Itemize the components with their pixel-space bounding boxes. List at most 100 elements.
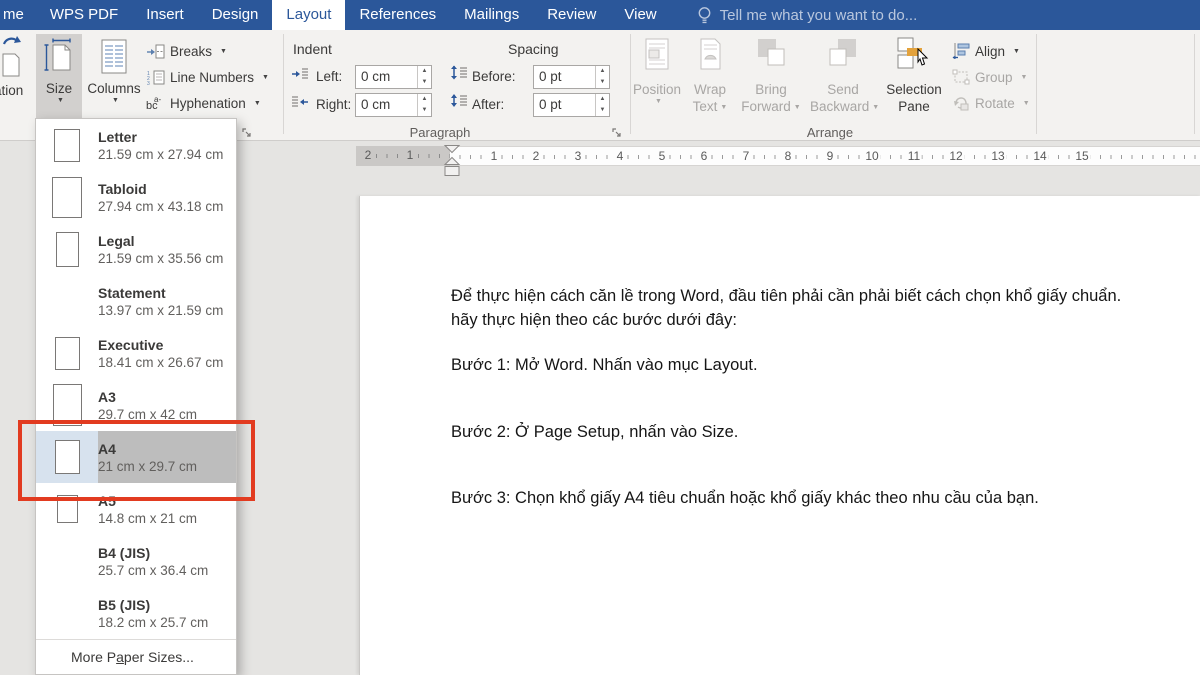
paper-size-name: Statement [98, 284, 223, 302]
ribbon-tab[interactable]: Review [533, 0, 610, 30]
line-numbers-button[interactable]: 1 2 3 Line Numbers▼ [146, 66, 269, 88]
wrap-text-label-1: Wrap [694, 82, 726, 97]
paper-size-option[interactable]: B5 (JIS) 18.2 cm x 25.7 cm [36, 587, 236, 639]
paper-size-option[interactable]: Letter 21.59 cm x 27.94 cm [36, 119, 236, 171]
paper-size-option[interactable]: A5 14.8 cm x 21 cm [36, 483, 236, 535]
spin-up[interactable]: ▲ [418, 66, 431, 77]
paper-size-option[interactable]: Tabloid 27.94 cm x 43.18 cm [36, 171, 236, 223]
align-button[interactable]: Align▼ [952, 40, 1020, 62]
paper-size-option[interactable]: B4 (JIS) 25.7 cm x 36.4 cm [36, 535, 236, 587]
first-line-indent-marker[interactable] [445, 146, 459, 153]
indent-left-icon [291, 67, 309, 81]
paper-size-option[interactable]: Executive 18.41 cm x 26.67 cm [36, 327, 236, 379]
paper-page-icon [56, 232, 79, 267]
rotate-button[interactable]: Rotate▼ [952, 92, 1030, 114]
indent-right-input[interactable]: 0 cm ▲▼ [355, 93, 432, 117]
paragraph-dialog-launcher[interactable] [612, 127, 624, 145]
selection-pane-label-2: Pane [898, 99, 930, 114]
indent-right-spinner[interactable]: ▲▼ [417, 94, 431, 116]
page-setup-dialog-launcher[interactable] [242, 127, 254, 145]
ribbon-tab[interactable]: References [345, 0, 450, 30]
paper-icon-cell [36, 587, 98, 639]
spacing-before-input[interactable]: 0 pt ▲▼ [533, 65, 610, 89]
indent-left-spinner[interactable]: ▲▼ [417, 66, 431, 88]
align-dropdown-arrow: ▼ [1013, 48, 1020, 55]
ribbon-tab[interactable]: Layout [272, 0, 345, 30]
paper-size-name: B5 (JIS) [98, 596, 208, 614]
send-backward-button[interactable]: Send Backward▼ [810, 34, 876, 116]
columns-label: Columns [86, 80, 142, 97]
indent-markers[interactable] [443, 145, 461, 179]
group-separator [1036, 34, 1037, 134]
position-label: Position [632, 81, 682, 98]
position-dropdown-arrow: ▼ [635, 98, 682, 105]
spin-up[interactable]: ▲ [418, 94, 431, 105]
wrap-text-button[interactable]: Wrap Text▼ [686, 34, 734, 116]
hyphenation-dropdown-arrow: ▼ [254, 100, 261, 107]
ruler-number: 15 [1073, 149, 1090, 164]
hanging-indent-marker[interactable] [445, 158, 459, 165]
spin-down[interactable]: ▼ [418, 105, 431, 116]
ribbon-tab[interactable]: Mailings [450, 0, 533, 30]
spin-down[interactable]: ▼ [596, 77, 609, 88]
paper-size-dimensions: 14.8 cm x 21 cm [98, 510, 197, 527]
group-button[interactable]: Group▼ [952, 66, 1027, 88]
spacing-before-icon [450, 65, 468, 81]
ruler-number: 9 [825, 149, 836, 164]
ribbon-tab[interactable]: Insert [132, 0, 198, 30]
breaks-button[interactable]: Breaks▼ [146, 40, 227, 62]
wrap-text-dropdown-arrow: ▼ [720, 104, 727, 111]
group-separator [1194, 34, 1195, 134]
paper-size-option[interactable]: A4 21 cm x 29.7 cm [36, 431, 236, 483]
paragraph-intro-line-2: hãy thực hiện theo các bước dưới đây: [451, 308, 1200, 332]
more-paper-sizes-item[interactable]: More Paper Sizes... [36, 639, 236, 673]
paper-size-dimensions: 18.2 cm x 25.7 cm [98, 614, 208, 631]
ruler-number: 1 [405, 148, 416, 163]
ruler-number: 11 [906, 149, 922, 164]
size-icon [36, 34, 82, 80]
paper-page-icon [57, 495, 78, 523]
position-button[interactable]: Position ▼ [632, 34, 682, 105]
orientation-button[interactable]: ation [0, 34, 28, 118]
spacing-after-spinner[interactable]: ▲▼ [595, 94, 609, 116]
spacing-after-input[interactable]: 0 pt ▲▼ [533, 93, 610, 117]
paper-size-option[interactable]: Legal 21.59 cm x 35.56 cm [36, 223, 236, 275]
ribbon-tab[interactable]: View [610, 0, 670, 30]
columns-button[interactable]: Columns ▼ [86, 34, 142, 118]
indent-right-icon [291, 95, 309, 109]
size-label: Size [36, 80, 82, 97]
word-layout-window: meWPS PDFInsertDesignLayoutReferencesMai… [0, 0, 1200, 675]
document-page[interactable]: Để thực hiện cách căn lề trong Word, đầu… [359, 196, 1200, 675]
ribbon-tab[interactable]: me [0, 0, 36, 30]
group-icon [952, 69, 970, 85]
paragraph-step-3: Bước 3: Chọn khổ giấy A4 tiêu chuẩn hoặc… [451, 486, 1200, 510]
left-indent-marker[interactable] [445, 167, 459, 176]
size-button[interactable]: Size ▼ [36, 34, 82, 118]
paper-icon-cell [36, 327, 98, 379]
tell-me-placeholder: Tell me what you want to do... [720, 7, 918, 24]
ribbon-tab[interactable]: WPS PDF [36, 0, 132, 30]
ruler-number: 4 [615, 149, 626, 164]
indent-left-input[interactable]: 0 cm ▲▼ [355, 65, 432, 89]
bring-forward-button[interactable]: Bring Forward▼ [740, 34, 802, 116]
send-backward-dropdown-arrow: ▼ [872, 104, 879, 111]
hyphenation-button[interactable]: bc a- Hyphenation▼ [146, 92, 261, 114]
spin-down[interactable]: ▼ [596, 105, 609, 116]
ruler-number: 1 [489, 149, 500, 164]
paper-size-option[interactable]: A3 29.7 cm x 42 cm [36, 379, 236, 431]
tell-me-box[interactable]: Tell me what you want to do... [685, 0, 930, 30]
line-numbers-dropdown-arrow: ▼ [262, 74, 269, 81]
paper-size-option[interactable]: Statement 13.97 cm x 21.59 cm [36, 275, 236, 327]
spacing-before-value: 0 pt [539, 69, 562, 84]
spin-up[interactable]: ▲ [596, 66, 609, 77]
paper-size-dropdown-menu: Letter 21.59 cm x 27.94 cm Tabloid 27.94… [35, 118, 237, 675]
spin-up[interactable]: ▲ [596, 94, 609, 105]
ribbon-tab[interactable]: Design [198, 0, 273, 30]
paper-icon-cell [36, 535, 98, 587]
paper-size-name: Tabloid [98, 180, 223, 198]
spacing-before-spinner[interactable]: ▲▼ [595, 66, 609, 88]
selection-pane-button[interactable]: Selection Pane [884, 34, 944, 115]
spin-down[interactable]: ▼ [418, 77, 431, 88]
ruler-number: 7 [741, 149, 752, 164]
columns-dropdown-arrow: ▼ [89, 97, 142, 104]
